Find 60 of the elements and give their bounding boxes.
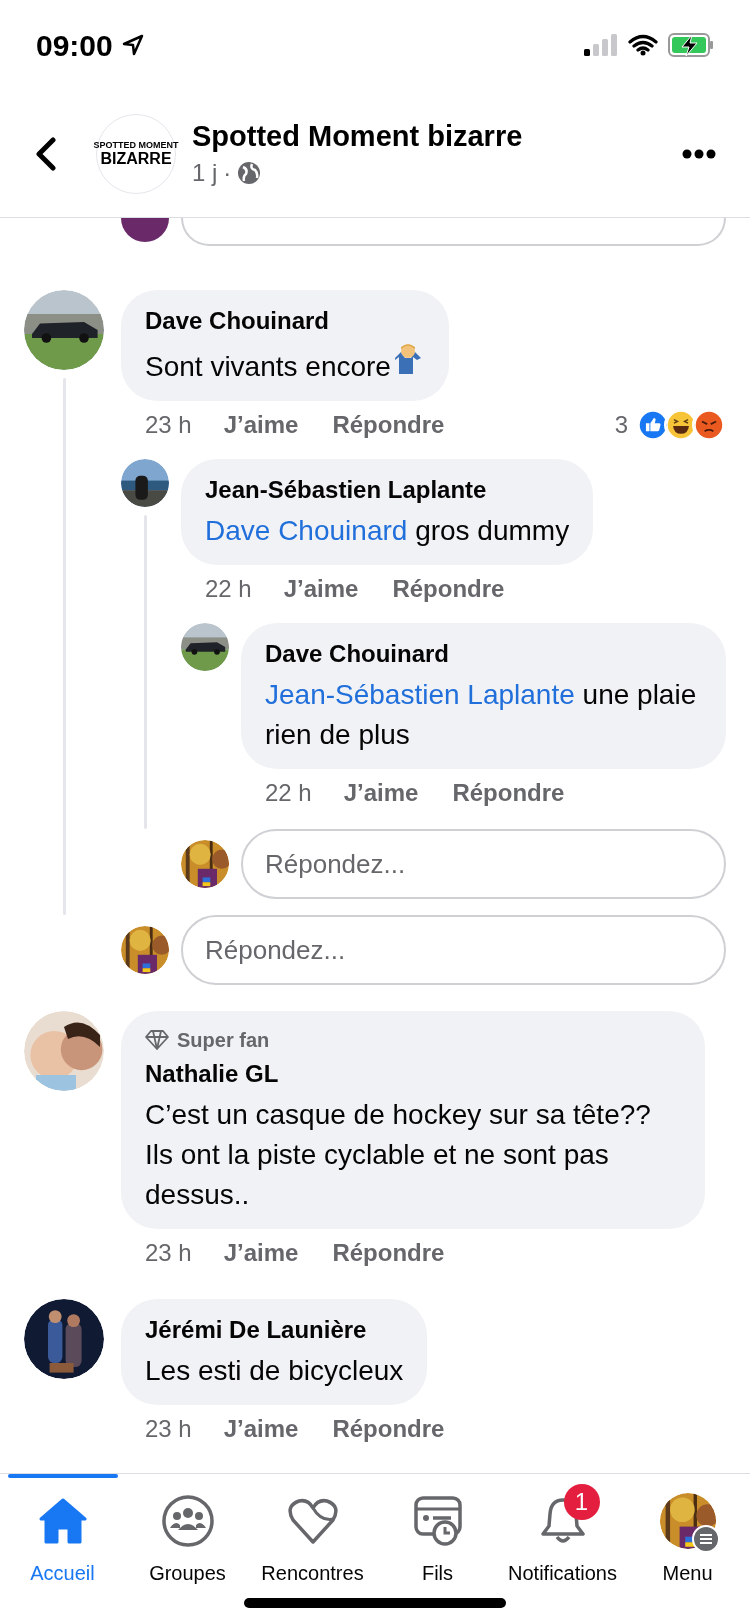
comment-time: 23 h	[145, 1414, 192, 1444]
reply-button[interactable]: Répondre	[332, 1235, 445, 1271]
author-name[interactable]: Dave Chouinard	[145, 304, 425, 338]
mention-link[interactable]: Dave Chouinard	[205, 515, 408, 546]
page-title[interactable]: Spotted Moment bizarre	[192, 116, 682, 155]
tab-bar-item[interactable]: Fils	[375, 1474, 500, 1588]
logo-text: SPOTTED MOMENT	[93, 139, 179, 150]
like-icon	[636, 408, 670, 442]
reply-field[interactable]	[181, 218, 726, 246]
reaction-count: 3	[614, 410, 628, 440]
reply-button[interactable]: Répondre	[452, 775, 565, 811]
comment-time: 22 h	[205, 574, 252, 604]
groups-icon	[160, 1494, 215, 1548]
wifi-icon	[628, 34, 658, 56]
like-button[interactable]: J’aime	[283, 571, 359, 607]
status-time: 09:00	[36, 27, 113, 64]
tab-bar-item[interactable]: 1 Notifications	[500, 1474, 625, 1588]
comment-time: 22 h	[265, 778, 312, 808]
separator-dot: ·	[223, 157, 232, 188]
angry-face-icon	[692, 408, 726, 442]
logo-text: BIZARRE	[100, 149, 172, 168]
heart-icon	[286, 1496, 339, 1546]
battery-charging-icon	[668, 33, 714, 57]
notification-badge: 1	[563, 1484, 600, 1520]
menu-icon	[691, 1525, 720, 1553]
mention-link[interactable]: Jean-Sébastien Laplante	[265, 679, 575, 710]
reply-field[interactable]: Répondez...	[181, 915, 726, 985]
comment-text: Les esti de bicycleux	[145, 1354, 404, 1388]
location-arrow-icon	[120, 33, 145, 57]
diamond-icon	[145, 1030, 169, 1050]
like-button[interactable]: J’aime	[223, 1235, 299, 1271]
reply-button[interactable]: Répondre	[332, 407, 445, 443]
signal-icon	[584, 34, 618, 56]
author-name[interactable]: Dave Chouinard	[265, 637, 702, 671]
like-button[interactable]: J’aime	[223, 1411, 299, 1447]
author-name[interactable]: Jean-Sébastien Laplante	[205, 473, 570, 507]
more-icon[interactable]	[682, 148, 716, 159]
author-name[interactable]: Nathalie GL	[145, 1057, 681, 1091]
comment-time: 23 h	[145, 1238, 192, 1268]
tab-bar-item[interactable]: Groupes	[125, 1474, 250, 1588]
post-age: 1 j	[192, 157, 218, 188]
comment-text: Jean-Sébastien Laplante une plaie rien de plus	[265, 678, 698, 752]
tab-bar-item[interactable]: Menu	[625, 1474, 750, 1588]
laughing-face-icon	[664, 408, 698, 442]
feeds-clock-icon	[412, 1495, 463, 1547]
reply-field[interactable]: Répondez...	[241, 829, 726, 899]
comment-text: Sont vivants encore	[145, 350, 391, 384]
tab-bar-item[interactable]: Rencontres	[250, 1474, 375, 1588]
fan-label: Super fan	[177, 1028, 270, 1053]
tab-bar-item[interactable]: Accueil	[0, 1474, 125, 1588]
back-icon[interactable]	[34, 136, 58, 171]
comment-time: 23 h	[145, 410, 192, 440]
reply-button[interactable]: Répondre	[332, 1411, 445, 1447]
reply-button[interactable]: Répondre	[392, 571, 505, 607]
like-button[interactable]: J’aime	[223, 407, 299, 443]
globe-icon	[237, 160, 262, 185]
like-button[interactable]: J’aime	[343, 775, 419, 811]
comment-text: C’est un casque de hockey sur sa tête?? Ils ont la piste cyclable et ne sont pas dessus..	[145, 1098, 652, 1212]
comment-text: Dave Chouinard gros dummy	[205, 514, 570, 548]
author-name[interactable]: Jérémi De Launière	[145, 1313, 404, 1347]
